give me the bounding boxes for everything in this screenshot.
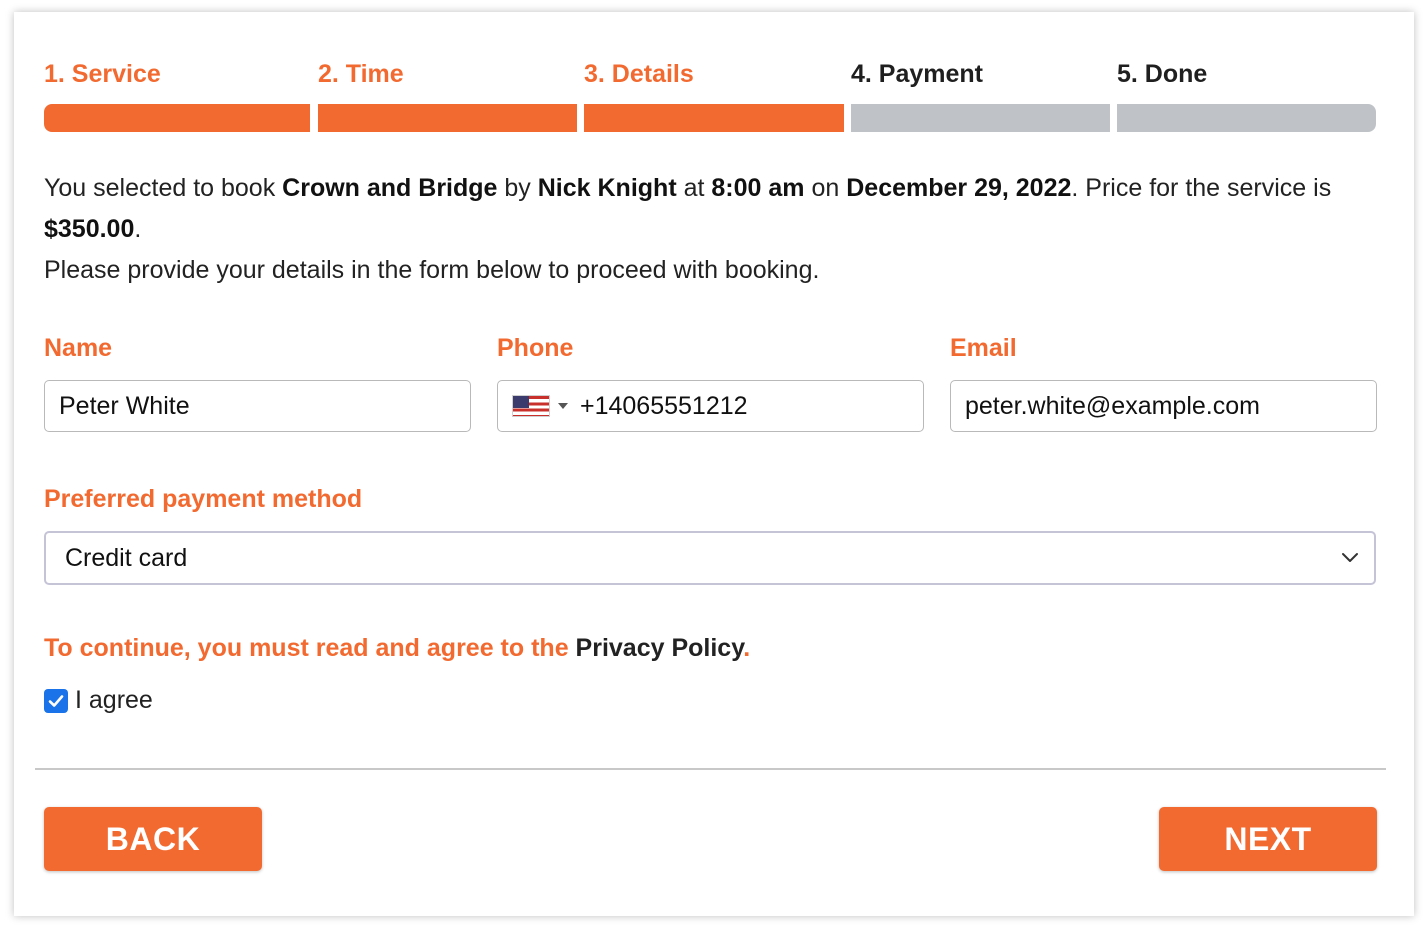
name-value: Peter White <box>59 391 190 420</box>
booking-card: 1. Service 2. Time 3. Details 4. Payment… <box>14 12 1414 916</box>
email-field[interactable]: peter.white@example.com <box>950 380 1377 432</box>
step-label: 5. Done <box>1117 60 1208 88</box>
summary-text: by <box>497 174 538 202</box>
step-label: 2. Time <box>318 60 404 88</box>
staff-name: Nick Knight <box>537 174 677 202</box>
phone-value: +14065551212 <box>580 391 748 420</box>
phone-field[interactable]: +14065551212 <box>497 380 924 432</box>
email-label: Email <box>950 334 1017 362</box>
step-label: 3. Details <box>584 60 694 88</box>
step-bar <box>584 104 844 132</box>
agree-label: I agree <box>75 686 153 714</box>
progress-steps: 1. Service 2. Time 3. Details 4. Payment… <box>44 12 1377 137</box>
step-bar <box>851 104 1110 132</box>
back-button[interactable]: BACK <box>44 807 262 871</box>
privacy-policy-notice: To continue, you must read and agree to … <box>44 634 750 663</box>
step-label: 4. Payment <box>851 60 984 88</box>
summary-text: at <box>676 174 712 202</box>
step-bar <box>318 104 577 132</box>
summary-text: . Price for the service is <box>1071 174 1332 202</box>
next-button[interactable]: NEXT <box>1159 807 1377 871</box>
phone-label: Phone <box>497 334 574 362</box>
us-flag-icon[interactable] <box>512 395 550 417</box>
service-price: $350.00 <box>44 215 135 243</box>
policy-text: To continue, you must read and agree to … <box>44 634 576 662</box>
country-dropdown-icon[interactable] <box>558 403 568 409</box>
name-label: Name <box>44 334 113 362</box>
instructions-text: Please provide your details in the form … <box>44 256 820 284</box>
divider <box>35 768 1386 770</box>
summary-text: . <box>134 215 142 243</box>
payment-method-label: Preferred payment method <box>44 485 363 513</box>
payment-method-value: Credit card <box>65 543 188 572</box>
service-name: Crown and Bridge <box>282 174 498 202</box>
step-bar <box>44 104 310 132</box>
email-value: peter.white@example.com <box>965 391 1260 420</box>
payment-method-select[interactable]: Credit card <box>44 531 1376 585</box>
step-label: 1. Service <box>44 60 161 88</box>
policy-text-end: . <box>743 634 751 662</box>
booking-summary: You selected to book Crown and Bridge by… <box>44 168 1379 291</box>
booking-date: December 29, 2022 <box>846 174 1072 202</box>
summary-text: You selected to book <box>44 174 283 202</box>
booking-time: 8:00 am <box>711 174 805 202</box>
name-field[interactable]: Peter White <box>44 380 471 432</box>
chevron-down-icon <box>1342 553 1358 562</box>
privacy-policy-link[interactable]: Privacy Policy <box>576 634 744 662</box>
agree-checkbox[interactable] <box>44 688 68 713</box>
summary-text: on <box>804 174 847 202</box>
step-bar <box>1117 104 1376 132</box>
checkmark-icon <box>48 694 64 707</box>
agree-row[interactable]: I agree <box>44 686 153 715</box>
